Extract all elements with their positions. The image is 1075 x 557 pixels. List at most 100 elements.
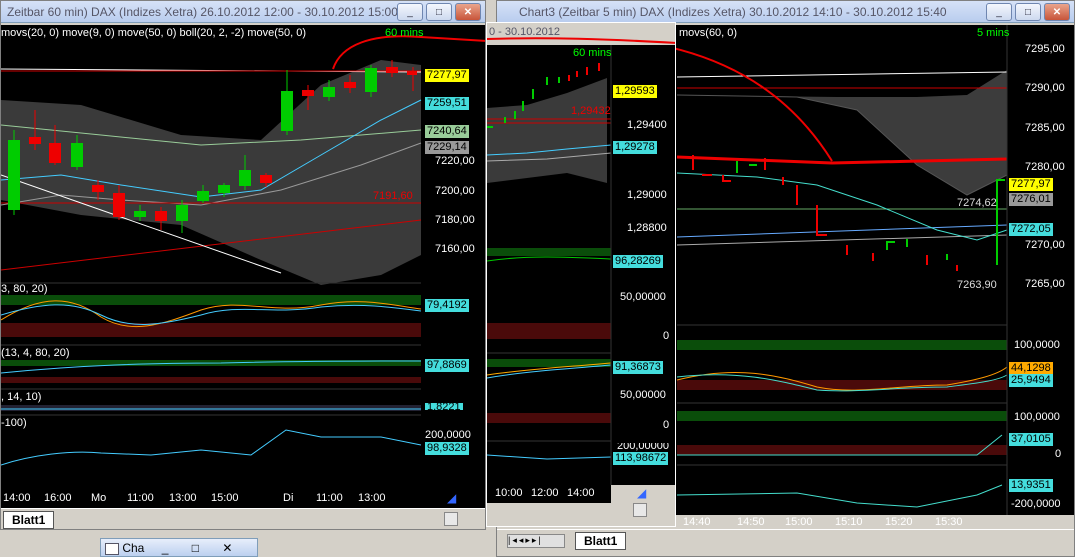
middle-panel3-tick: 0 — [663, 419, 670, 431]
taskbar-minimize-button[interactable]: _ — [162, 541, 169, 555]
left-xtick: Mo — [91, 492, 107, 504]
chart3-ytick: 7265,00 — [1025, 278, 1065, 290]
minimize-button[interactable]: _ — [397, 3, 423, 21]
left-xtick: 13:00 — [169, 492, 197, 504]
chart3-xtick: 15:20 — [885, 516, 913, 528]
chart3-xtick: 14:50 — [737, 516, 765, 528]
middle-xtick: 14:00 — [567, 487, 595, 499]
middle-chart-window[interactable]: 0 - 30.10.2012 60 mins 1,29593 1,29432 1… — [486, 22, 676, 527]
chart3-xtick: 15:30 — [935, 516, 963, 528]
taskbar-item-label: Cha — [122, 541, 145, 555]
middle-scroll-thumb[interactable] — [633, 503, 647, 517]
middle-plot-area[interactable]: 0 - 30.10.2012 60 mins 1,29593 1,29432 1… — [487, 23, 675, 526]
left-price-tag-yellow: 7277,97 — [425, 69, 469, 82]
left-xtick: 11:00 — [127, 492, 154, 504]
left-panel3-tag: 97,8869 — [425, 359, 469, 372]
left-panel2-tag: 79,4192 — [425, 299, 469, 312]
chart3-panel-tick: 100,0000 — [1014, 339, 1060, 351]
left-xtick: 11:00 — [316, 492, 343, 504]
middle-ytick: 1,29000 — [627, 189, 667, 201]
maximize-button[interactable]: □ — [426, 3, 452, 21]
chart3-panel-tick: 100,0000 — [1014, 411, 1060, 423]
middle-ytick: 1,29400 — [627, 119, 667, 131]
chart3-xtick: 14:40 — [683, 516, 711, 528]
middle-small-title: 0 - 30.10.2012 — [489, 26, 560, 38]
left-window-controls: _ □ ✕ — [397, 3, 481, 21]
middle-panel3-tag: 91,36873 — [613, 361, 663, 374]
chart3-price-tag-gray: 7276,01 — [1009, 193, 1053, 206]
chart3-indicator-label: movs(60, 0) — [679, 27, 738, 39]
taskbar-maximize-button[interactable]: □ — [192, 541, 199, 555]
left-ytick: 7180,00 — [435, 214, 475, 226]
chart3-xtick: 15:00 — [785, 516, 813, 528]
chart3-ytick: 7280,00 — [1025, 161, 1065, 173]
close-button[interactable]: ✕ — [1044, 3, 1070, 21]
left-axis-tool-icon[interactable]: ◢ — [447, 491, 456, 505]
maximize-button[interactable]: □ — [1015, 3, 1041, 21]
middle-red-line-label: 1,29432 — [571, 105, 611, 117]
middle-ytick: 1,28800 — [627, 222, 667, 234]
minimize-button[interactable]: _ — [986, 3, 1012, 21]
middle-panel4-tag: 113,98672 — [613, 452, 669, 465]
left-indicator-label: movs(20, 0) move(9, 0) move(50, 0) boll(… — [1, 27, 307, 39]
tab-scroll-buttons[interactable]: |◂◂▸▸| — [507, 534, 565, 548]
chart3-title: Chart3 (Zeitbar 5 min) DAX (Indizes Xetr… — [519, 5, 947, 19]
left-price-tag-green: 7240,64 — [425, 125, 469, 138]
chart3-line-label: 7274,62 — [957, 197, 997, 209]
left-panel4-tag: 1,8221 — [425, 403, 463, 410]
middle-panel2-tag: 96,28269 — [613, 255, 663, 268]
h-scrollbar-thumb[interactable] — [444, 512, 458, 526]
chart3-panel-tick: -200,0000 — [1011, 498, 1061, 510]
chart-window-icon — [105, 542, 119, 555]
middle-price-tag-cyan: 1,29278 — [613, 141, 657, 154]
middle-panel3-tick: 50,00000 — [620, 389, 666, 401]
left-sheet-tabbar: Blatt1 — [1, 508, 485, 529]
left-panel5-tick: 200,0000 — [425, 429, 471, 441]
middle-axis-tool-icon[interactable]: ◢ — [637, 486, 646, 500]
left-price-tag-gray: 7229,14 — [425, 141, 469, 154]
chart3-window-controls: _ □ ✕ — [986, 3, 1070, 21]
chart3-xtick: 15:10 — [835, 516, 863, 528]
middle-xtick: 12:00 — [531, 487, 559, 499]
left-plot-area[interactable]: movs(20, 0) move(9, 0) move(50, 0) boll(… — [1, 25, 485, 509]
left-price-tag-cyan: 7259,51 — [425, 97, 469, 110]
left-panel5-tag: 98,9328 — [425, 442, 469, 455]
chart3-price-tag-cyan: 7272,05 — [1009, 223, 1053, 236]
chart3-panel-tag-cyan: 37,0105 — [1009, 433, 1053, 446]
sheet-tab-blatt1[interactable]: Blatt1 — [575, 532, 627, 550]
chart3-line-label: 7263,90 — [957, 279, 997, 291]
chart3-timeframe: 5 mins — [977, 27, 1010, 39]
left-xtick: 14:00 — [3, 492, 31, 504]
left-panel5-label: -100) — [1, 417, 27, 429]
left-ytick: 7160,00 — [435, 243, 475, 255]
chart3-panel-tag-cyan: 25,9494 — [1009, 374, 1053, 387]
middle-price-tag-yellow: 1,29593 — [613, 85, 657, 98]
left-panel2-label: 3, 80, 20) — [1, 283, 48, 295]
middle-timeframe: 60 mins — [573, 47, 612, 59]
zeitbar-60-window[interactable]: Zeitbar 60 min) DAX (Indizes Xetra) 26.1… — [0, 0, 486, 530]
left-panel4-label: , 14, 10) — [1, 391, 42, 403]
taskbar-close-button[interactable]: ✕ — [222, 541, 232, 555]
chart3-ytick: 7295,00 — [1025, 43, 1065, 55]
left-xtick: 16:00 — [44, 492, 72, 504]
middle-panel4-tick: 200,00000 — [617, 443, 669, 451]
left-panel3-label: (13, 4, 80, 20) — [1, 347, 70, 359]
chart3-price-tag-yellow: 7277,97 — [1009, 178, 1053, 191]
middle-xtick: 10:00 — [495, 487, 523, 499]
chart3-sheet-tabbar: |◂◂▸▸| Blatt1 — [497, 529, 1074, 551]
chart3-ytick: 7290,00 — [1025, 82, 1065, 94]
close-button[interactable]: ✕ — [455, 3, 481, 21]
taskbar-chart-item[interactable]: Cha _ □ ✕ — [100, 538, 258, 557]
sheet-tab-blatt1[interactable]: Blatt1 — [3, 511, 55, 529]
left-timeframe: 60 mins — [385, 27, 424, 39]
left-title: Zeitbar 60 min) DAX (Indizes Xetra) 26.1… — [7, 5, 398, 19]
left-red-line-label: 7191,60 — [373, 190, 413, 202]
middle-panel2-tick: 0 — [663, 330, 670, 342]
chart3-ytick: 7285,00 — [1025, 122, 1065, 134]
left-xtick: 15:00 — [211, 492, 239, 504]
left-chart-svg — [1, 35, 485, 466]
left-xtick: Di — [283, 492, 294, 504]
middle-panel2-tick: 50,00000 — [620, 291, 666, 303]
left-ytick: 7200,00 — [435, 185, 475, 197]
chart3-panel-tag-cyan: 13,9351 — [1009, 479, 1053, 492]
